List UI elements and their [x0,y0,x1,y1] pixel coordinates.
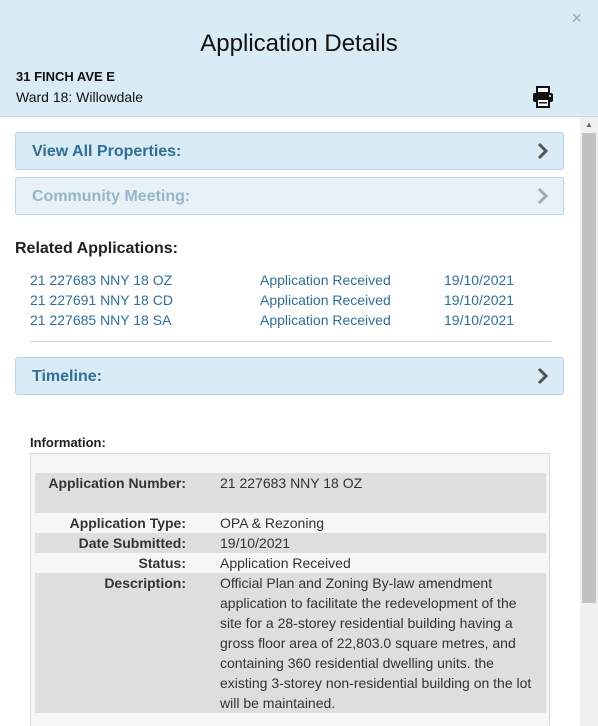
divider [30,341,551,342]
vertical-scrollbar[interactable]: ▲ [580,117,598,726]
info-row-status: Status: Application Received [35,553,546,573]
related-application-status: Application Received [260,272,391,288]
printer-icon[interactable] [532,86,554,108]
modal-header: × Application Details 31 FINCH AVE E War… [0,0,598,117]
chevron-right-icon [537,367,549,385]
info-value: OPA & Rezoning [220,515,325,531]
related-application-number[interactable]: 21 227691 NNY 18 CD [30,292,173,308]
information-heading: Information: [30,435,106,450]
info-row-description: Description: Official Plan and Zoning By… [35,573,546,713]
info-label: Date Submitted: [78,535,186,551]
chevron-right-icon [537,142,549,160]
timeline-label: Timeline: [32,368,102,385]
community-meeting-label: Community Meeting: [32,188,191,205]
related-application-date: 19/10/2021 [444,312,515,328]
related-application-date: 19/10/2021 [444,272,515,288]
info-row-date-submitted: Date Submitted: 19/10/2021 [35,533,546,553]
community-meeting-panel[interactable]: Community Meeting: [15,177,564,215]
modal-body: View All Properties: Community Meeting: … [0,117,580,726]
view-all-properties-panel[interactable]: View All Properties: [15,132,564,170]
info-value: Official Plan and Zoning By-law amendmen… [220,575,532,711]
chevron-right-icon [537,187,549,205]
timeline-panel[interactable]: Timeline: [15,357,564,395]
scroll-up-arrow-icon[interactable]: ▲ [580,119,598,131]
view-all-properties-label: View All Properties: [32,143,182,160]
related-application-number[interactable]: 21 227685 NNY 18 SA [30,312,171,328]
info-label: Application Number: [48,475,186,491]
related-application-row[interactable]: 21 227691 NNY 18 CD Application Received… [30,292,550,312]
ward-label: Ward 18: Willowdale [16,89,144,105]
info-value: Application Received [220,555,351,571]
info-label: Status: [138,555,186,571]
info-row-application-type: Application Type: OPA & Rezoning [35,513,546,533]
related-application-status: Application Received [260,292,391,308]
info-label: Application Type: [69,515,186,531]
scrollbar-thumb[interactable] [582,133,596,603]
info-value: 19/10/2021 [220,535,291,551]
page-title: Application Details [200,30,398,57]
related-application-number[interactable]: 21 227683 NNY 18 OZ [30,272,172,288]
related-application-status: Application Received [260,312,391,328]
info-row-application-number: Application Number: 21 227683 NNY 18 OZ [35,473,546,513]
related-application-row[interactable]: 21 227683 NNY 18 OZ Application Received… [30,272,550,292]
info-label: Description: [104,575,186,591]
related-application-row[interactable]: 21 227685 NNY 18 SA Application Received… [30,312,550,332]
property-address: 31 FINCH AVE E [16,69,115,84]
related-application-date: 19/10/2021 [444,292,515,308]
close-icon[interactable]: × [571,8,582,28]
related-applications-heading: Related Applications: [15,240,178,257]
info-value: 21 227683 NNY 18 OZ [220,475,363,491]
information-table: Application Number: 21 227683 NNY 18 OZ … [30,453,550,726]
